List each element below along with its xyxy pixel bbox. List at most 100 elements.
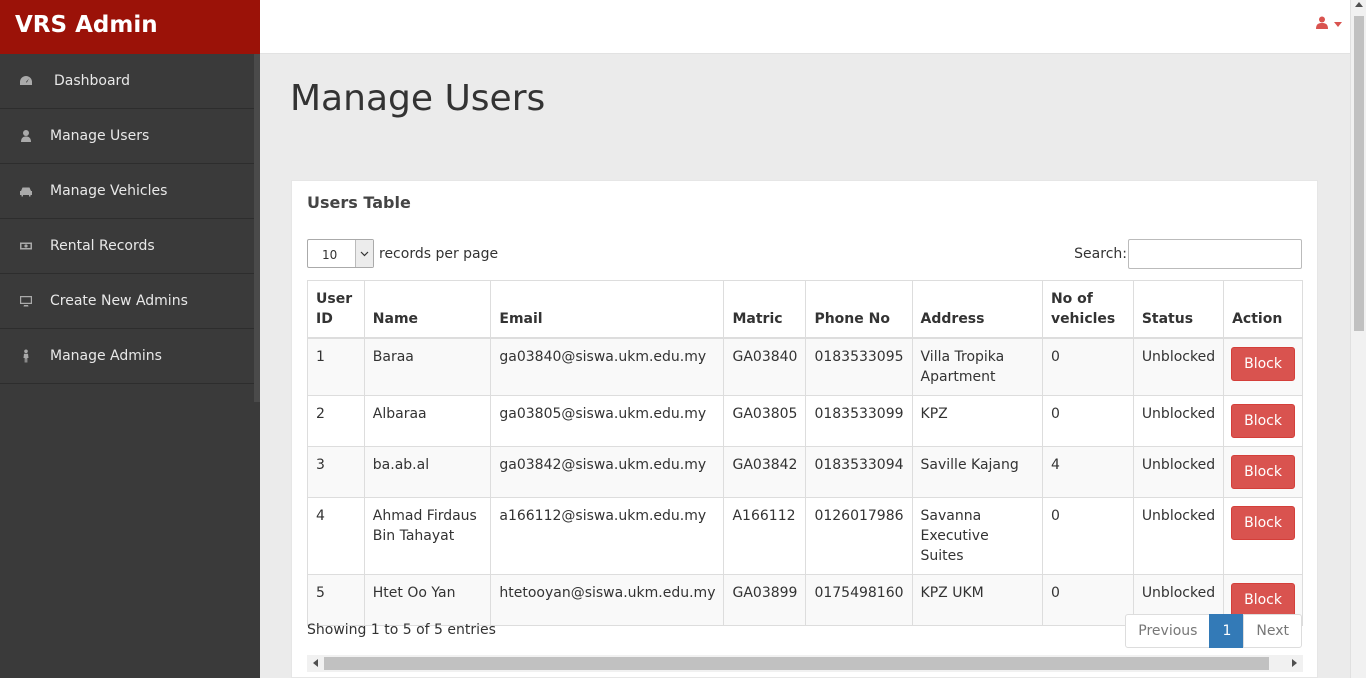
- user-icon: [18, 128, 34, 144]
- brand-title[interactable]: VRS Admin: [0, 0, 260, 54]
- search-label: Search:: [1074, 246, 1127, 262]
- cell-email: htetooyan@siswa.ukm.edu.my: [490, 574, 725, 626]
- car-icon: [18, 183, 34, 199]
- cell-name: Baraa: [363, 337, 492, 396]
- user-menu-toggle[interactable]: [1316, 16, 1342, 33]
- cell-phone: 0183533099: [805, 395, 913, 447]
- scroll-left-icon[interactable]: [313, 659, 318, 667]
- search-control: Search:: [1074, 239, 1302, 269]
- page-scrollbar[interactable]: [1350, 0, 1366, 678]
- chevron-down-icon[interactable]: [355, 240, 373, 267]
- scroll-right-icon[interactable]: [1292, 659, 1297, 667]
- cell-vehicles: 4: [1041, 446, 1134, 498]
- cell-user-id: 3: [307, 446, 365, 498]
- cell-action: Block: [1223, 395, 1303, 447]
- cell-phone: 0175498160: [805, 574, 913, 626]
- scrollbar-thumb[interactable]: [324, 657, 1269, 670]
- cell-status: Unblocked: [1132, 446, 1225, 498]
- records-per-page-control: 10 records per page: [307, 239, 498, 268]
- sidebar-item-label: Dashboard: [54, 73, 130, 89]
- money-icon: [18, 238, 34, 254]
- sidebar-item-rental-records[interactable]: Rental Records: [0, 219, 260, 274]
- pagination-page-current[interactable]: 1: [1209, 614, 1245, 648]
- cell-phone: 0183533094: [805, 446, 913, 498]
- table-horizontal-scrollbar[interactable]: [307, 655, 1303, 672]
- sidebar-item-manage-admins[interactable]: Manage Admins: [0, 329, 260, 384]
- cell-user-id: 4: [307, 497, 365, 575]
- cell-status: Unblocked: [1132, 395, 1225, 447]
- cell-vehicles: 0: [1041, 574, 1134, 626]
- scroll-up-icon[interactable]: [1355, 2, 1363, 7]
- column-header-vehicles[interactable]: No of vehicles: [1041, 280, 1134, 339]
- cell-email: ga03840@siswa.ukm.edu.my: [490, 337, 725, 396]
- cell-vehicles: 0: [1041, 395, 1134, 447]
- cell-phone: 0183533095: [805, 337, 913, 396]
- cell-address: Saville Kajang: [911, 446, 1043, 498]
- column-header-phone[interactable]: Phone No: [805, 280, 913, 339]
- cell-status: Unblocked: [1132, 337, 1225, 396]
- block-button[interactable]: Block: [1231, 347, 1295, 381]
- dashboard-icon: [18, 73, 34, 89]
- cell-address: KPZ UKM: [911, 574, 1043, 626]
- cell-action: Block: [1223, 337, 1303, 396]
- sidebar-item-label: Create New Admins: [50, 293, 188, 309]
- sidebar: Dashboard Manage Users Manage Vehicles R…: [0, 54, 260, 678]
- block-button[interactable]: Block: [1231, 506, 1295, 540]
- records-per-page-label: records per page: [379, 245, 499, 262]
- cell-vehicles: 0: [1041, 337, 1134, 396]
- records-per-page-value: 10: [322, 247, 338, 262]
- table-row: 4 Ahmad Firdaus Bin Tahayat a166112@sisw…: [307, 497, 1303, 575]
- cell-matric: A166112: [723, 497, 807, 575]
- scrollbar-thumb[interactable]: [1354, 16, 1364, 331]
- records-per-page-select[interactable]: 10: [307, 239, 374, 268]
- cell-address: KPZ: [911, 395, 1043, 447]
- column-header-name[interactable]: Name: [363, 280, 492, 339]
- column-header-address[interactable]: Address: [911, 280, 1043, 339]
- table-row: 3 ba.ab.al ga03842@siswa.ukm.edu.my GA03…: [307, 446, 1303, 498]
- column-header-email[interactable]: Email: [490, 280, 725, 339]
- table-row: 2 Albaraa ga03805@siswa.ukm.edu.my GA038…: [307, 395, 1303, 447]
- column-header-status[interactable]: Status: [1132, 280, 1225, 339]
- table-header-row: User ID Name Email Matric Phone No Addre…: [307, 280, 1303, 339]
- cell-address: Savanna Executive Suites: [911, 497, 1043, 575]
- sidebar-item-label: Rental Records: [50, 238, 155, 254]
- table-info: Showing 1 to 5 of 5 entries: [307, 622, 496, 638]
- table-row: 1 Baraa ga03840@siswa.ukm.edu.my GA03840…: [307, 337, 1303, 396]
- block-button[interactable]: Block: [1231, 455, 1295, 489]
- column-header-user-id[interactable]: User ID: [307, 280, 365, 339]
- caret-down-icon: [1334, 22, 1342, 27]
- cell-status: Unblocked: [1132, 497, 1225, 575]
- cell-name: ba.ab.al: [363, 446, 492, 498]
- sidebar-item-label: Manage Admins: [50, 348, 162, 364]
- sidebar-item-dashboard[interactable]: Dashboard: [0, 54, 260, 109]
- cell-email: a166112@siswa.ukm.edu.my: [490, 497, 725, 575]
- pagination-next[interactable]: Next: [1243, 614, 1302, 648]
- cell-matric: GA03842: [723, 446, 807, 498]
- cell-user-id: 2: [307, 395, 365, 447]
- sidebar-item-manage-vehicles[interactable]: Manage Vehicles: [0, 164, 260, 219]
- cell-name: Htet Oo Yan: [363, 574, 492, 626]
- top-navbar: [260, 0, 1350, 54]
- cell-matric: GA03805: [723, 395, 807, 447]
- sidebar-item-create-new-admins[interactable]: Create New Admins: [0, 274, 260, 329]
- cell-email: ga03842@siswa.ukm.edu.my: [490, 446, 725, 498]
- cell-action: Block: [1223, 497, 1303, 575]
- panel-title: Users Table: [307, 193, 411, 212]
- user-icon: [1316, 16, 1328, 33]
- desktop-icon: [18, 293, 34, 309]
- cell-user-id: 1: [307, 337, 365, 396]
- pagination-previous[interactable]: Previous: [1125, 614, 1211, 648]
- search-input[interactable]: [1128, 239, 1302, 269]
- block-button[interactable]: Block: [1231, 404, 1295, 438]
- sidebar-item-label: Manage Vehicles: [50, 183, 168, 199]
- block-button[interactable]: Block: [1231, 583, 1295, 617]
- cell-matric: GA03840: [723, 337, 807, 396]
- cell-phone: 0126017986: [805, 497, 913, 575]
- column-header-matric[interactable]: Matric: [723, 280, 807, 339]
- sidebar-item-label: Manage Users: [50, 128, 150, 144]
- sidebar-scroll-strip: [254, 54, 260, 402]
- cell-matric: GA03899: [723, 574, 807, 626]
- column-header-action[interactable]: Action: [1223, 280, 1303, 339]
- sidebar-item-manage-users[interactable]: Manage Users: [0, 109, 260, 164]
- page-title: Manage Users: [290, 78, 546, 119]
